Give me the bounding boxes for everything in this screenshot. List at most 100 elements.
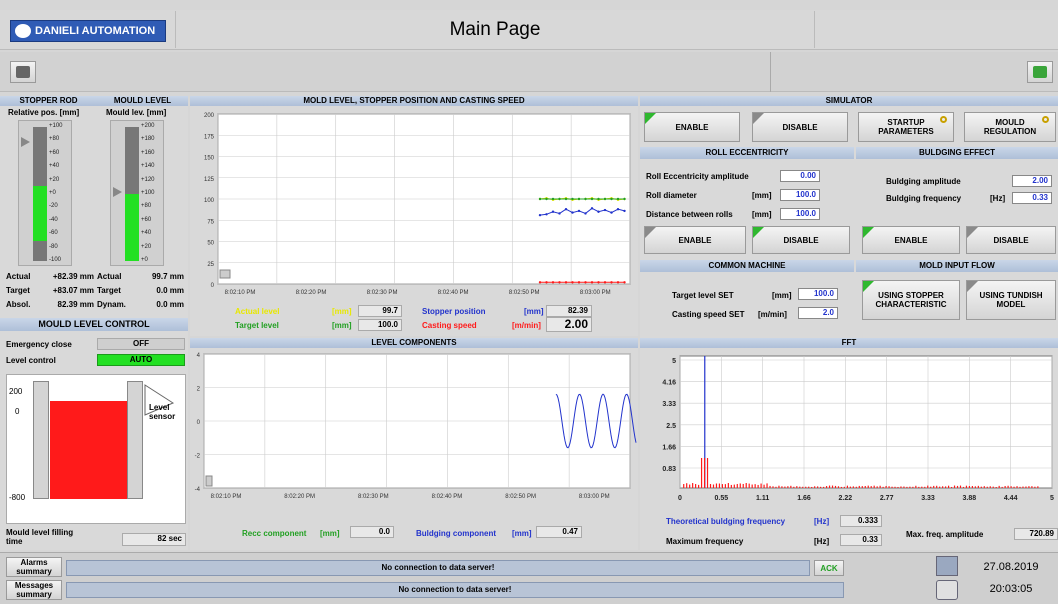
x-tick-label: 3.88 [963, 495, 977, 502]
gauge-tick-label: +140 [141, 163, 155, 169]
bulg-freq-input[interactable]: 0.33 [1012, 192, 1052, 204]
x-tick-label: 8:02:40 PM [438, 290, 469, 296]
logo: DANIELI AUTOMATION [10, 20, 166, 42]
stopper-position-series-point [597, 211, 599, 213]
bulg-amp-label: Buldging amplitude [886, 177, 961, 186]
stopper-position-series-point [552, 211, 554, 213]
casting-speed-series-point [604, 281, 606, 283]
stopper-ticks: +100 +80 +60 +40 +20 +0 -20 -40 -60 -80 -100 [49, 127, 73, 261]
x-tick-label: 8:02:50 PM [505, 494, 536, 500]
tool-icon [16, 66, 30, 78]
casting-speed-series-point [558, 281, 560, 283]
x-tick-label: 8:03:00 PM [579, 494, 610, 500]
casting-speed-series-point [584, 281, 586, 283]
common-speed-unit: [m/min] [758, 310, 787, 319]
gauge-tick-label: +40 [49, 163, 59, 169]
roll-disable-label: DISABLE [783, 236, 818, 245]
ack-button[interactable]: ACK [814, 560, 844, 576]
casting-speed-series-point [617, 281, 619, 283]
target-level-series-point [571, 198, 573, 200]
stopper-position-series-point [591, 207, 593, 209]
stopper-char-button[interactable]: USING STOPPER CHARACTERISTIC [862, 280, 960, 320]
chart2-title: LEVEL COMPONENTS [190, 338, 638, 348]
chart1-title: MOLD LEVEL, STOPPER POSITION AND CASTING… [190, 96, 638, 106]
fft-amp-label: Max. freq. amplitude [906, 530, 983, 539]
exit-button[interactable] [1027, 61, 1053, 83]
stopper-position-series-point [571, 211, 573, 213]
roll-dist-input[interactable]: 100.0 [780, 208, 820, 220]
printer-icon[interactable] [936, 580, 958, 600]
gauge-tick-label: -100 [49, 257, 61, 263]
fft-theo-unit: [Hz] [814, 517, 829, 526]
target-value: +83.07 mm [40, 286, 94, 295]
mould-fill-bar [125, 194, 139, 261]
search-icon [1042, 116, 1049, 123]
y-tick-label: 0 [211, 283, 215, 289]
roll-amp-input[interactable]: 0.00 [780, 170, 820, 182]
legend-actual-value: 99.7 [358, 305, 402, 317]
stopper-fill-bar [33, 186, 47, 241]
bulg-disable-button[interactable]: DISABLE [966, 226, 1056, 254]
m-dynam-value: 0.0 mm [130, 300, 184, 309]
tool-button-left[interactable] [10, 61, 36, 83]
startup-label: STARTUP PARAMETERS [870, 118, 942, 136]
gauge-tick-label: +80 [49, 136, 59, 142]
casting-speed-series-point [597, 281, 599, 283]
y-tick-label: 4.16 [662, 380, 676, 387]
roll-disable-button[interactable]: DISABLE [752, 226, 850, 254]
bulg-disable-label: DISABLE [993, 236, 1028, 245]
fft-theo-value: 0.333 [840, 515, 882, 527]
x-tick-label: 5 [1050, 495, 1054, 502]
ack-label: ACK [820, 564, 837, 573]
legend-stopper-unit: [mm] [524, 307, 544, 316]
common-speed-input[interactable]: 2.0 [798, 307, 838, 319]
target-level-series-point [545, 198, 547, 200]
target-level-series-point [539, 198, 541, 200]
sim-enable-button[interactable]: ENABLE [644, 112, 740, 142]
roll-enable-button[interactable]: ENABLE [644, 226, 746, 254]
x-tick-label: 8:02:30 PM [358, 494, 389, 500]
casting-speed-series-point [552, 281, 554, 283]
x-tick-label: 8:02:10 PM [211, 494, 242, 500]
mould-tick-bot: -800 [9, 493, 25, 502]
x-tick-label: 8:02:20 PM [284, 494, 315, 500]
m-target-label: Target [97, 286, 121, 295]
m-dynam-label: Dynam. [97, 300, 126, 309]
fft-max-value: 0.33 [840, 534, 882, 546]
alarms-summary-button[interactable]: Alarms summary [6, 557, 62, 577]
gauge-tick-label: +160 [141, 150, 155, 156]
stopper-pointer[interactable] [21, 137, 30, 147]
logo-text: DANIELI AUTOMATION [35, 25, 155, 37]
tundish-model-button[interactable]: USING TUNDISH MODEL [966, 280, 1056, 320]
bulging-title: BULDGING EFFECT [856, 147, 1058, 159]
network-icon[interactable] [936, 556, 958, 576]
gauge-tick-label: -80 [49, 244, 58, 250]
target-level-series-point [578, 198, 580, 200]
sim-disable-button[interactable]: DISABLE [752, 112, 848, 142]
y-tick-label: 2.5 [666, 423, 676, 430]
filling-time-value: 82 sec [122, 533, 186, 546]
bulg-enable-button[interactable]: ENABLE [862, 226, 960, 254]
mould-regulation-button[interactable]: MOULD REGULATION [964, 112, 1056, 142]
bulg-amp-input[interactable]: 2.00 [1012, 175, 1052, 187]
search-icon [940, 116, 947, 123]
target-level-series-point [584, 198, 586, 200]
mould-pointer[interactable] [113, 187, 122, 197]
chart-toolbar-icon [206, 476, 212, 486]
stopper-position-series-point [539, 214, 541, 216]
gauge-tick-label: +100 [49, 123, 63, 129]
mould-sub: Mould lev. [mm] [106, 108, 166, 117]
y-tick-label: 4 [197, 353, 201, 359]
roll-diam-input[interactable]: 100.0 [780, 189, 820, 201]
gauge-tick-label: +60 [141, 217, 151, 223]
common-target-input[interactable]: 100.0 [798, 288, 838, 300]
recc-value: 0.0 [350, 526, 394, 538]
target-level-series-point [597, 198, 599, 200]
startup-parameters-button[interactable]: STARTUP PARAMETERS [858, 112, 954, 142]
legend-speed-value: 2.00 [546, 317, 592, 332]
messages-summary-button[interactable]: Messages summary [6, 580, 62, 600]
common-target-label: Target level SET [672, 291, 734, 300]
x-tick-label: 2.22 [839, 495, 853, 502]
level-control-label: Level control [6, 356, 56, 365]
chart1-svg: 20017515012510075502508:02:10 PM 8:02:20 … [190, 106, 638, 300]
